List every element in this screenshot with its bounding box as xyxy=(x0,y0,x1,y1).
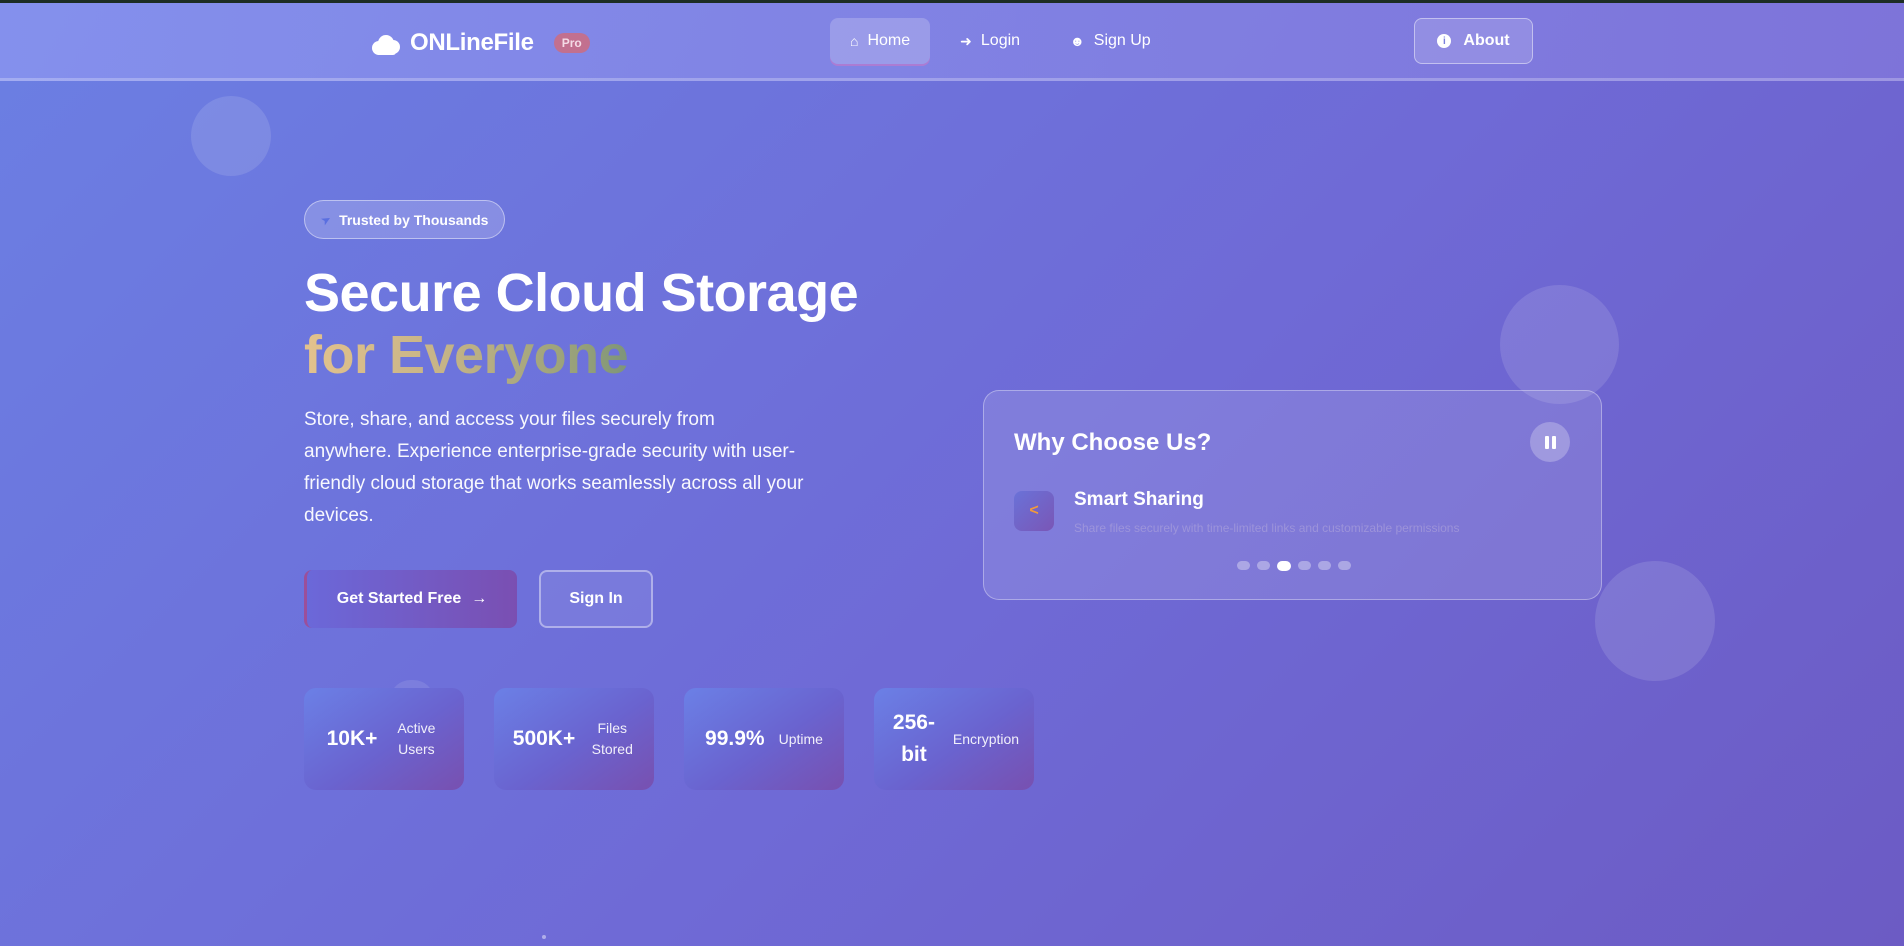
login-icon: ➜ xyxy=(960,32,972,49)
nav-home-label: Home xyxy=(867,32,911,49)
hero-description: Store, share, and access your files secu… xyxy=(304,409,804,526)
about-button[interactable]: i About xyxy=(1414,18,1533,64)
feature-description: Share files securely with time-limited l… xyxy=(1074,521,1460,535)
decorative-dot xyxy=(542,935,546,939)
decorative-circle xyxy=(1500,285,1619,404)
get-started-button[interactable]: Get Started Free → xyxy=(304,570,517,628)
carousel-dot[interactable] xyxy=(1237,561,1250,570)
brand[interactable]: ONLineFile Pro xyxy=(370,29,590,57)
decorative-circle xyxy=(191,96,271,176)
stat-value: 99.9% xyxy=(705,727,765,750)
navbar: ONLineFile Pro ⌂ Home ➜ Login ☻ Sign Up … xyxy=(0,3,1904,81)
rocket-icon: ➤ xyxy=(318,210,334,229)
feature-name: Smart Sharing xyxy=(1074,489,1204,510)
get-started-label: Get Started Free xyxy=(336,590,462,607)
info-icon: i xyxy=(1437,34,1452,48)
brand-name: ONLineFile xyxy=(410,29,534,56)
trust-badge-label: Trusted by Thousands xyxy=(339,211,489,228)
pause-icon xyxy=(1544,435,1549,449)
user-plus-icon: ☻ xyxy=(1070,33,1085,49)
hero-title-line1: Secure Cloud Storage xyxy=(304,263,859,323)
arrow-right-icon: → xyxy=(471,590,488,607)
hero-title-line2: for Everyone xyxy=(304,324,858,386)
carousel-dot[interactable] xyxy=(1298,561,1311,570)
stat-value: 500K+ xyxy=(512,727,576,750)
sign-in-label: Sign In xyxy=(569,590,623,607)
stat-label: Encryption xyxy=(952,730,1020,747)
hero-title: Secure Cloud Storage for Everyone xyxy=(304,262,859,386)
stat-value: 10K+ xyxy=(326,727,378,750)
stat-card: 500K+ Files Stored xyxy=(494,688,654,790)
about-label: About xyxy=(1463,32,1510,49)
stat-label: Uptime xyxy=(778,730,823,747)
carousel-dot[interactable] xyxy=(1257,561,1270,570)
stat-value: 256- bit xyxy=(892,711,935,766)
nav-login-label: Login xyxy=(980,32,1021,49)
nav-links: ⌂ Home ➜ Login ☻ Sign Up xyxy=(830,18,1171,64)
carousel-dot[interactable] xyxy=(1318,561,1331,570)
carousel-dots xyxy=(1237,561,1351,571)
decorative-circle xyxy=(1595,561,1715,681)
pause-button[interactable] xyxy=(1530,422,1570,462)
carousel-dot[interactable] xyxy=(1338,561,1351,570)
stats-row: 10K+ Active Users 500K+ Files Stored 99.9%… xyxy=(304,688,1034,790)
sign-in-button[interactable]: Sign In xyxy=(539,570,653,628)
share-icon: < xyxy=(1014,491,1054,531)
stat-card: 99.9% Uptime xyxy=(684,688,844,790)
carousel-dot-active[interactable] xyxy=(1277,561,1291,571)
nav-home[interactable]: ⌂ Home xyxy=(830,18,931,64)
nav-signup[interactable]: ☻ Sign Up xyxy=(1050,18,1171,64)
pro-badge: Pro xyxy=(553,33,590,53)
features-card: Why Choose Us? < Smart Sharing Share fil… xyxy=(983,390,1602,600)
trust-badge: ➤ Trusted by Thousands xyxy=(304,200,506,239)
nav-login[interactable]: ➜ Login xyxy=(940,18,1040,64)
nav-signup-label: Sign Up xyxy=(1093,32,1151,49)
stat-label: Files Stored xyxy=(591,720,633,757)
features-card-title: Why Choose Us? xyxy=(1014,429,1212,456)
stat-card: 256- bit Encryption xyxy=(874,688,1034,790)
stat-label: Active Users xyxy=(397,720,436,757)
cloud-icon xyxy=(370,31,402,55)
stat-card: 10K+ Active Users xyxy=(304,688,464,790)
home-icon: ⌂ xyxy=(850,33,859,49)
